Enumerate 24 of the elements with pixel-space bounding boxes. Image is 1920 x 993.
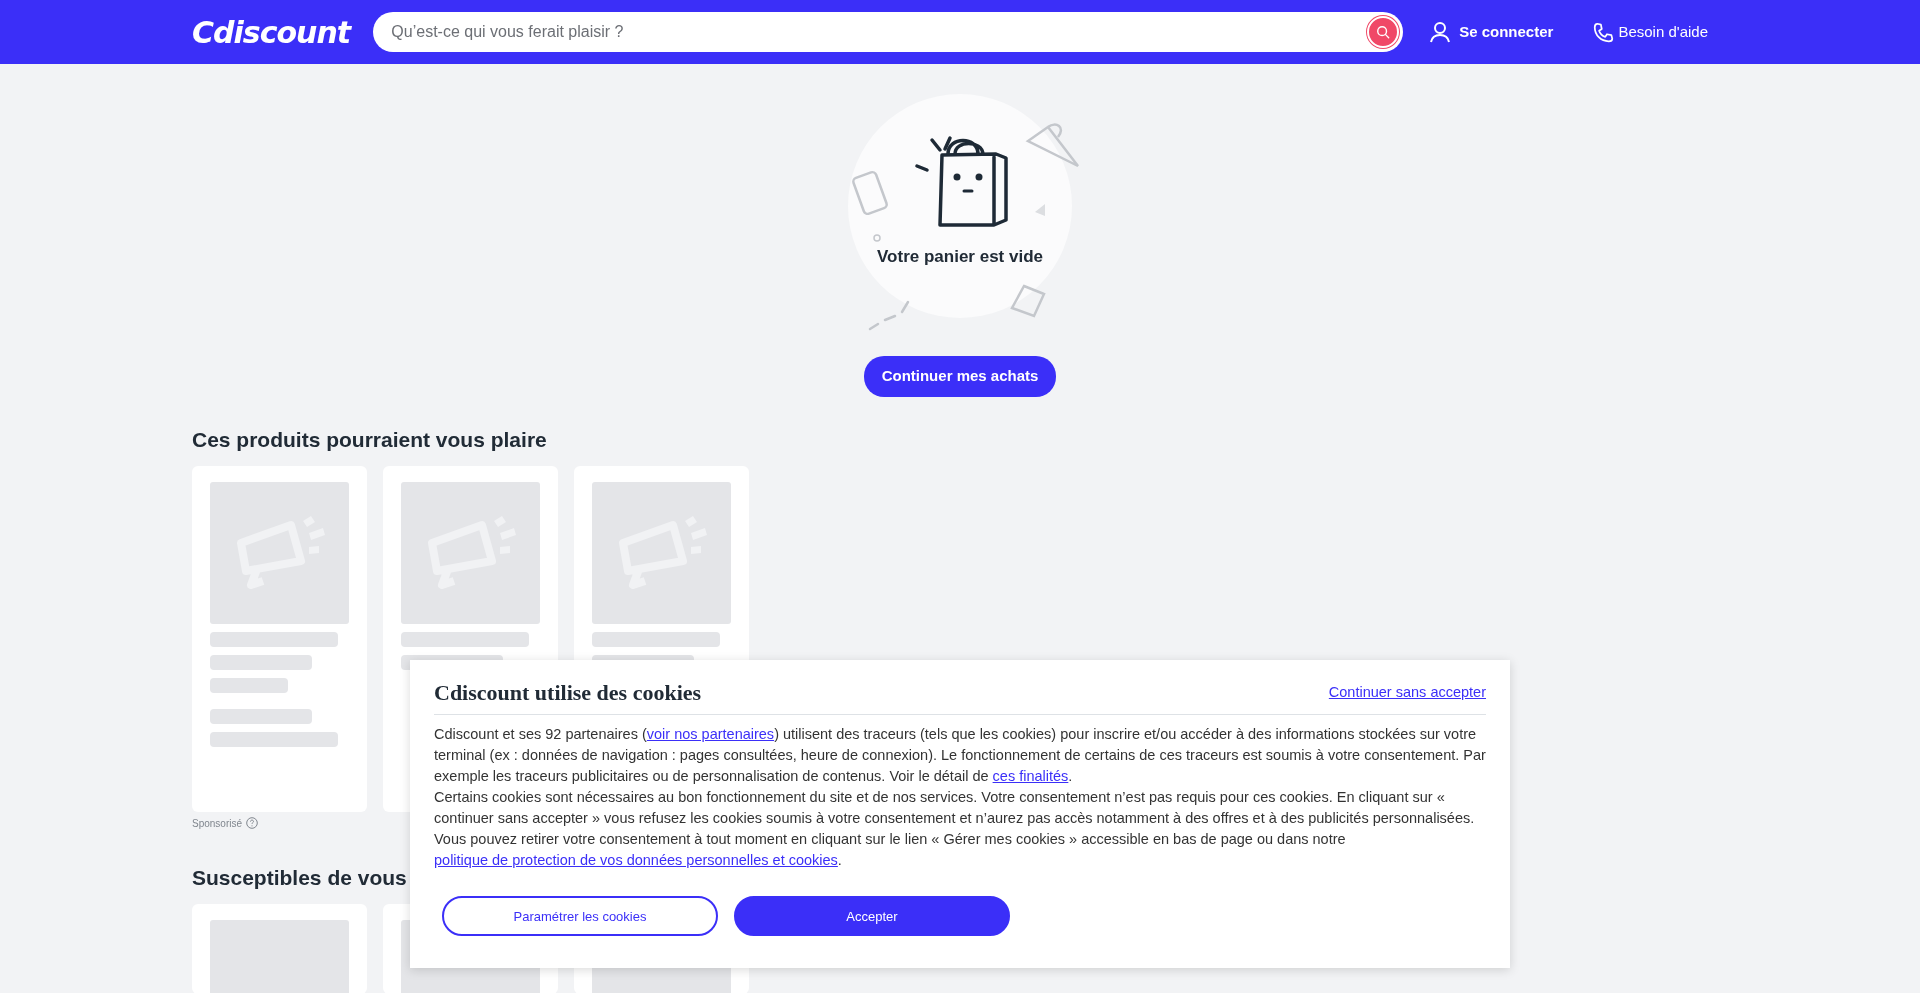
logo[interactable]: Cdiscount (192, 9, 355, 55)
section-title: Susceptibles de vous (192, 864, 408, 890)
search-input[interactable]: Qu’est-ce qui vous ferait plaisir ? (389, 19, 1368, 45)
search-button[interactable] (1367, 16, 1400, 48)
banner-title: Cdiscount utilise des cookies (434, 680, 702, 707)
login-link[interactable]: Se connecter (1429, 20, 1554, 44)
consent-paragraph: Certains cookies sont nécessaires au bon fonctionnement du site et de nos services. Votre consentement n’est pas requis pour ces cookies. En cliquant sur « continuer sans accepter » vous refusez les cookies soumis à votre consentement et n’aurez pas accès notamment à des offres et à des publicités personnalisées. (434, 788, 1476, 829)
cookie-settings-button[interactable]: Paramétrer les cookies (442, 896, 718, 937)
continue-shopping-button[interactable]: Continuer mes achats (863, 356, 1057, 397)
consent-paragraph: Cdiscount et ses 92 partenaires (voir nos partenaires) utilisent des traceurs (tels que les cookies) pour inscrire et/ou accéder à des informations stockées sur votre terminal (ex : données de navigation : pages consultées, heure de connexion). Le fonctionnement de certains de ces traceurs est soumis à votre consentement. Par exemple les traceurs publicitaires ou de personnalisation de contenus. Voir le détail de ces finalités. (434, 725, 1486, 787)
search-field[interactable]: Qu’est-ce qui vous ferait plaisir ? (373, 12, 1404, 52)
consent-paragraph: Vous pouvez retirer votre consentement à tout moment en cliquant sur le lien « Gérer mes cookies » accessible en bas de page ou dans notre politique de protection de vos données personnelles et cookies. (434, 830, 1347, 871)
accept-button[interactable]: Accepter (734, 896, 1010, 937)
help-link[interactable]: Besoin d'aide (1593, 20, 1708, 44)
user-icon (1429, 21, 1452, 43)
phone-icon (1593, 21, 1615, 43)
section-title: Ces produits pourraient vous plaire (192, 426, 548, 452)
help-icon[interactable] (246, 817, 259, 830)
empty-cart-message: Votre panier est vide (876, 246, 1044, 268)
search-icon (1376, 25, 1391, 39)
continue-without-accepting-link[interactable]: Continuer sans accepter (1328, 682, 1486, 705)
text-link[interactable]: voir nos partenaires (646, 726, 775, 743)
sponsored-label: Sponsorisé (192, 816, 243, 831)
text-link[interactable]: politique de protection de vos données personnelles et cookies (434, 852, 838, 869)
